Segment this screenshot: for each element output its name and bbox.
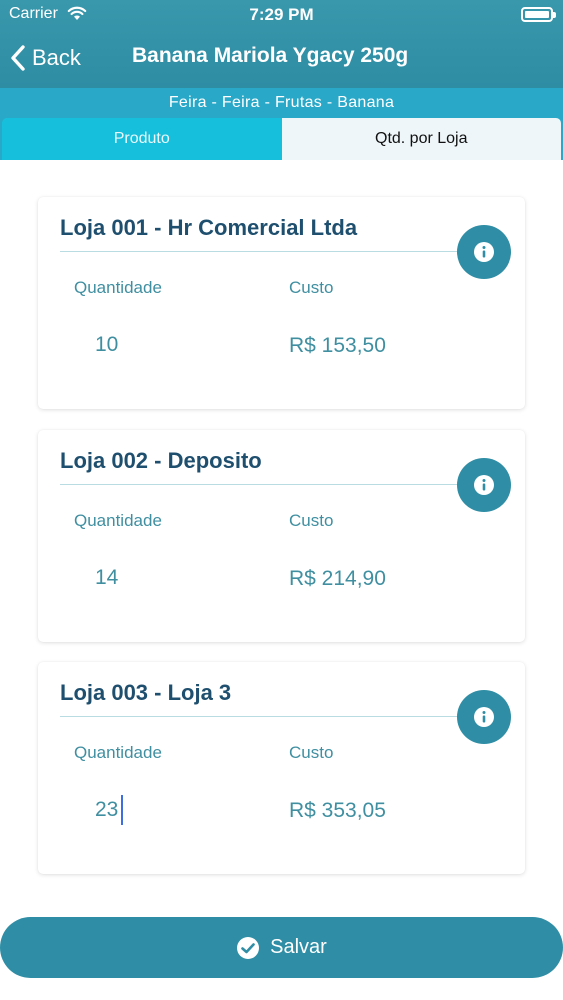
text-caret bbox=[121, 795, 123, 825]
save-button[interactable]: Salvar bbox=[0, 917, 563, 978]
battery-icon bbox=[521, 7, 556, 22]
info-icon bbox=[474, 242, 494, 262]
cost-value: R$ 153,50 bbox=[289, 334, 386, 357]
cost-label: Custo bbox=[289, 278, 334, 297]
cost-value: R$ 353,05 bbox=[289, 799, 386, 822]
quantity-label: Quantidade bbox=[74, 743, 162, 762]
tab-qtd-por-loja[interactable]: Qtd. por Loja bbox=[281, 118, 561, 160]
check-circle-icon bbox=[237, 936, 260, 959]
divider bbox=[60, 251, 480, 252]
store-name: Loja 003 - Loja 3 bbox=[60, 680, 232, 705]
info-button[interactable] bbox=[457, 225, 511, 279]
back-label: Back bbox=[32, 45, 81, 70]
clock: 7:29 PM bbox=[249, 5, 314, 24]
save-label: Salvar bbox=[270, 936, 327, 958]
top-bar: Carrier 7:29 PM Back Banana Mariola Ygac… bbox=[0, 0, 563, 88]
info-button[interactable] bbox=[457, 690, 511, 744]
store-card: Loja 001 - Hr Comercial Ltda Quantidade … bbox=[38, 197, 525, 409]
divider bbox=[60, 716, 480, 717]
quantity-input[interactable] bbox=[93, 329, 233, 361]
info-icon bbox=[474, 707, 494, 727]
back-button[interactable]: Back bbox=[10, 40, 81, 76]
quantity-label: Quantidade bbox=[74, 511, 162, 530]
status-bar: Carrier 7:29 PM bbox=[0, 0, 563, 30]
cost-label: Custo bbox=[289, 511, 334, 530]
cost-label: Custo bbox=[289, 743, 334, 762]
store-card: Loja 003 - Loja 3 Quantidade Custo R$ 35… bbox=[38, 662, 525, 874]
chevron-left-icon bbox=[11, 45, 25, 71]
store-name: Loja 001 - Hr Comercial Ltda bbox=[60, 215, 358, 240]
info-button[interactable] bbox=[457, 458, 511, 512]
info-icon bbox=[474, 475, 494, 495]
breadcrumb: Feira - Feira - Frutas - Banana bbox=[0, 88, 563, 117]
store-card: Loja 002 - Deposito Quantidade Custo R$ … bbox=[38, 430, 525, 642]
quantity-label: Quantidade bbox=[74, 278, 162, 297]
quantity-input[interactable] bbox=[93, 794, 233, 826]
store-name: Loja 002 - Deposito bbox=[60, 448, 262, 473]
cost-value: R$ 214,90 bbox=[289, 567, 386, 590]
page-title: Banana Mariola Ygacy 250g bbox=[132, 44, 409, 67]
navigation-bar: Back Banana Mariola Ygacy 250g bbox=[0, 32, 563, 84]
tab-produto[interactable]: Produto bbox=[2, 118, 282, 160]
tab-bar: Produto Qtd. por Loja bbox=[0, 117, 563, 160]
divider bbox=[60, 484, 480, 485]
quantity-input[interactable] bbox=[93, 562, 233, 594]
